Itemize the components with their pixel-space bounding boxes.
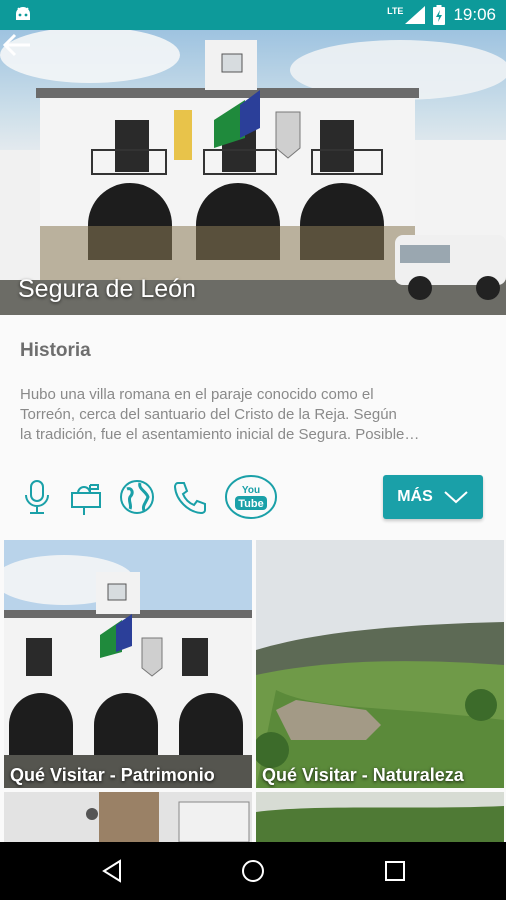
card-image bbox=[256, 540, 504, 788]
signal-icon bbox=[405, 6, 426, 24]
hero-image: Segura de León bbox=[0, 30, 506, 315]
card-naturaleza[interactable]: Qué Visitar - Naturaleza bbox=[256, 540, 504, 788]
card-image bbox=[4, 792, 252, 842]
clock: 19:06 bbox=[453, 5, 496, 24]
card-item[interactable] bbox=[256, 792, 504, 842]
town-hall-photo bbox=[0, 30, 506, 315]
navigation-bar bbox=[0, 842, 506, 900]
card-patrimonio[interactable]: Qué Visitar - Patrimonio bbox=[4, 540, 252, 788]
historia-line: la tradición, fue el asentamiento inicia… bbox=[20, 426, 420, 443]
chevron-down-icon bbox=[444, 491, 468, 504]
page-title: Segura de León bbox=[18, 275, 196, 303]
back-nav-icon[interactable] bbox=[100, 859, 124, 883]
network-type: LTE bbox=[387, 6, 404, 16]
historia-line: Torreón, cerca del santuario del Cristo … bbox=[20, 406, 397, 423]
globe-icon[interactable] bbox=[118, 477, 156, 517]
youtube-tube-text: Tube bbox=[238, 498, 263, 510]
historia-text[interactable]: Hubo una villa romana en el paraje conoc… bbox=[20, 385, 490, 445]
battery-icon bbox=[433, 5, 446, 25]
back-arrow-icon[interactable] bbox=[0, 30, 34, 60]
card-image bbox=[256, 792, 504, 842]
more-button[interactable]: MÁS bbox=[383, 475, 483, 519]
card-label: Qué Visitar - Patrimonio bbox=[10, 765, 215, 785]
action-icons: You Tube bbox=[20, 472, 278, 522]
mailbox-icon[interactable] bbox=[68, 477, 104, 517]
status-bar: LTE 19:06 bbox=[0, 0, 506, 30]
section-title: Historia bbox=[20, 340, 91, 361]
android-notification-icon bbox=[16, 7, 30, 20]
historia-line: Hubo una villa romana en el paraje conoc… bbox=[20, 386, 374, 403]
more-button-label: MÁS bbox=[397, 488, 433, 505]
recents-nav-icon[interactable] bbox=[384, 860, 406, 882]
youtube-you-text: You bbox=[242, 485, 260, 496]
card-image bbox=[4, 540, 252, 788]
card-item[interactable] bbox=[4, 792, 252, 842]
phone-icon[interactable] bbox=[170, 477, 210, 517]
microphone-icon[interactable] bbox=[20, 477, 54, 517]
home-nav-icon[interactable] bbox=[241, 859, 265, 883]
youtube-icon[interactable]: You Tube bbox=[224, 474, 278, 520]
card-label: Qué Visitar - Naturaleza bbox=[262, 765, 464, 785]
